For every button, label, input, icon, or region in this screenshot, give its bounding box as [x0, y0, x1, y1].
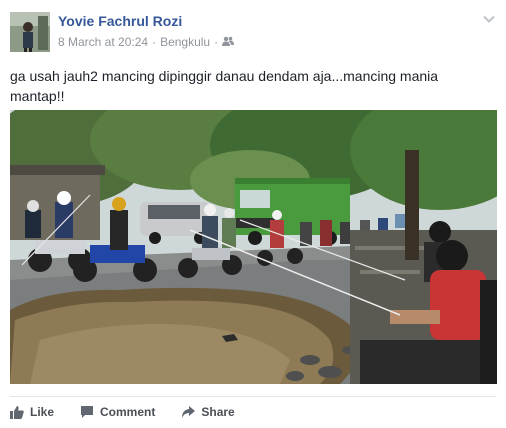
author-name[interactable]: Yovie Fachrul Rozi [58, 13, 182, 29]
comment-button[interactable]: Comment [80, 405, 155, 419]
post-timestamp[interactable]: 8 March at 20:24 [58, 35, 148, 49]
post-location[interactable]: Bengkulu [160, 35, 210, 49]
post-meta: 8 March at 20:24 · Bengkulu · [58, 35, 235, 49]
meta-separator-2: · [214, 35, 219, 49]
avatar[interactable] [10, 12, 50, 52]
meta-separator: · [152, 35, 157, 49]
chevron-down-icon[interactable] [482, 12, 496, 26]
comment-label: Comment [100, 405, 156, 419]
post-card: Yovie Fachrul Rozi 8 March at 20:24 · Be… [0, 0, 506, 428]
post-photo[interactable] [10, 110, 497, 384]
post-actions: Like Comment Share [10, 400, 261, 424]
share-label: Share [201, 405, 235, 419]
like-button[interactable]: Like [10, 405, 54, 419]
thumbs-up-icon [10, 406, 24, 419]
comment-icon [81, 406, 94, 418]
actions-divider [10, 396, 496, 397]
share-button[interactable]: Share [181, 405, 235, 419]
share-icon [182, 406, 196, 418]
like-label: Like [30, 405, 55, 419]
photo-image [10, 110, 497, 384]
post-text: ga usah jauh2 mancing dipinggir danau de… [10, 68, 439, 104]
friends-icon[interactable] [222, 35, 235, 49]
post-header: Yovie Fachrul Rozi 8 March at 20:24 · Be… [10, 12, 496, 54]
